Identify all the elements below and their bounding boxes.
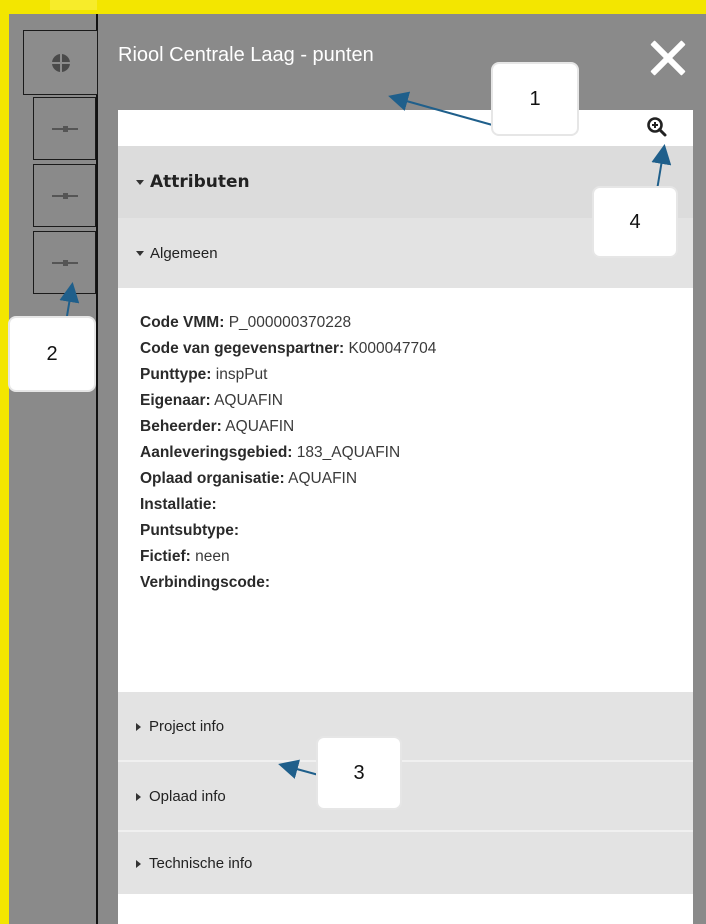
- callout-3: 3: [316, 736, 402, 810]
- callout-4-label: 4: [629, 210, 641, 233]
- callout-1-label: 1: [529, 87, 541, 110]
- callout-2: 2: [8, 316, 96, 392]
- callout-1: 1: [491, 62, 579, 136]
- callout-1-arrow: [388, 91, 497, 127]
- callout-3-label: 3: [353, 761, 365, 784]
- callout-2-label: 2: [46, 342, 58, 365]
- callout-4: 4: [592, 186, 678, 258]
